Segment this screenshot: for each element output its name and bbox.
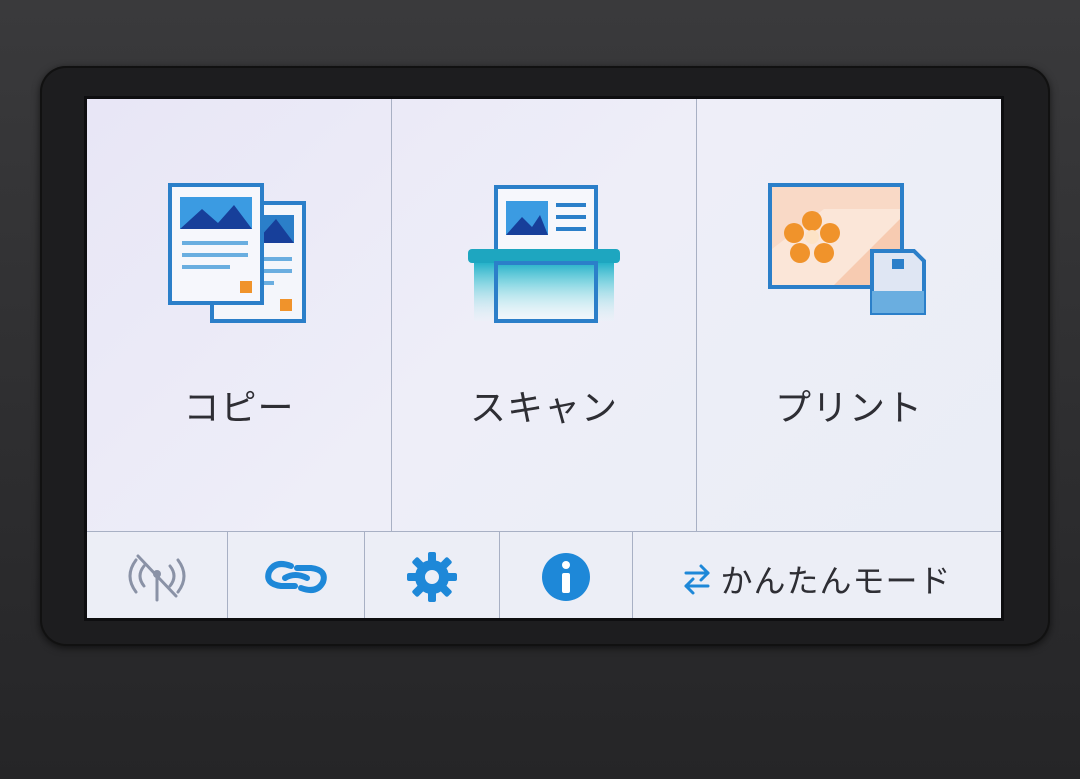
bottom-toolbar: かんたんモード [87,531,1001,618]
copy-tile[interactable]: コピー [87,99,392,531]
printer-body: コピー スキャン プリント かんたんモード [0,0,1080,779]
simple-mode-label: かんたんモード [720,561,952,600]
print-photo-icon [764,179,934,333]
scan-label: スキャン [469,388,618,429]
print-label: プリント [774,388,923,429]
wireless-status-button[interactable] [87,532,228,618]
scan-tile[interactable]: スキャン [392,99,697,531]
simple-mode-button[interactable]: かんたんモード [633,532,1001,618]
swap-arrows-icon [682,562,712,596]
main-menu: コピー スキャン プリント [87,99,1001,531]
connect-button[interactable] [228,532,365,618]
copy-label: コピー [183,388,295,429]
settings-button[interactable] [365,532,500,618]
info-icon [540,551,592,607]
gear-icon [405,550,459,608]
print-tile[interactable]: プリント [697,99,1001,531]
touch-screen: コピー スキャン プリント かんたんモード [84,96,1004,621]
link-icon [261,554,331,604]
copy-icon [164,179,314,333]
wireless-off-icon [124,552,190,606]
scan-icon [464,179,624,333]
info-button[interactable] [500,532,633,618]
